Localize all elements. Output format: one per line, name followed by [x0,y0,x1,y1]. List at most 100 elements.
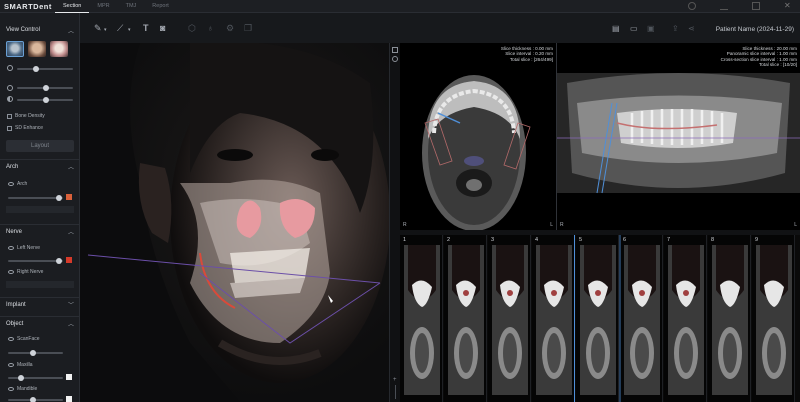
slider-knob[interactable] [43,97,49,103]
mandible-slider[interactable] [8,397,63,402]
pen-icon[interactable]: ✎ [94,23,102,34]
brightness-slider[interactable] [17,85,73,91]
text-icon[interactable]: T [143,23,149,33]
tab-mpr[interactable]: MPR [89,0,117,13]
scanface-slider[interactable] [8,350,63,356]
cross-section-slice[interactable]: 3 [488,235,531,402]
slider-knob[interactable] [18,375,24,381]
cross-section-slice[interactable]: 7 [664,235,707,402]
object-header[interactable]: Object ︿ [0,316,80,330]
maxilla-item[interactable]: Maxilla [8,362,33,368]
opacity-icon [7,65,13,71]
zoom-track[interactable] [395,385,396,399]
tab-section[interactable]: Section [55,0,90,13]
chevron-down-icon: ﹀ [67,303,74,309]
app-window: SMARTDent Section MPR TMJ Report ✕ View … [0,0,800,402]
view-divider[interactable]: + [389,43,400,402]
panoramic-image [557,73,800,194]
nerve-panel [6,281,74,288]
axial-view[interactable]: Slice thickness : 0.00 mm Slice interval… [400,43,557,230]
axial-right-label: R [403,222,407,228]
cross-section-view[interactable]: 1 2 3 4 5 6 7 8 9 [400,235,800,402]
save-icon[interactable]: ▣ [647,24,655,33]
folder-icon[interactable]: ▭ [630,24,638,33]
left-nerve-color-swatch[interactable] [66,257,72,263]
top-bar: SMARTDent Section MPR TMJ Report ✕ [0,0,800,13]
panoramic-left-label: L [794,222,797,228]
upload-icon[interactable]: ⇪ [672,24,679,33]
toolbar: ✎ ▾ ⟋ ▾ T ◙ ⬡ ♁ ⚙ ❐ ▤ ▭ ▣ ⇪ ⋖ Patient Na… [80,13,800,43]
settings-icon[interactable]: ⚙ [226,23,234,34]
arch-color-swatch[interactable] [66,194,72,200]
eye-icon[interactable] [8,246,14,250]
eye-icon[interactable] [8,363,14,367]
cross-section-slice[interactable]: 5 [576,235,619,402]
slider-knob[interactable] [56,258,62,264]
maxilla-color-swatch[interactable] [66,374,72,380]
panoramic-view[interactable]: Slice thickness : 20.00 mm Panoramic sli… [557,43,800,230]
arch-panel [6,206,74,213]
implant-header[interactable]: Implant ﹀ [0,297,80,311]
left-nerve-item[interactable]: Left Nerve [8,245,40,251]
add-icon[interactable]: + [393,377,398,383]
panoramic-info: Slice thickness : 20.00 mm Panoramic sli… [720,46,797,68]
view-control-header[interactable]: View Control ︿ [0,23,80,37]
3d-view[interactable] [80,43,389,402]
slider-knob[interactable] [30,397,36,402]
view-preset-face[interactable] [28,41,46,57]
chevron-down-icon[interactable]: ▾ [128,27,131,33]
cross-section-slice[interactable]: 6 [620,235,663,402]
share-icon[interactable]: ⋖ [688,24,695,33]
maximize-icon[interactable] [752,2,760,10]
minimize-icon[interactable] [720,2,728,10]
slider-knob[interactable] [56,195,62,201]
arch-header[interactable]: Arch ︿ [0,159,80,173]
camera-icon[interactable] [392,56,398,62]
implant-icon[interactable]: ♁ [207,23,214,33]
scanface-item[interactable]: ScanFace [8,336,40,342]
mandible-color-swatch[interactable] [66,396,72,402]
cross-section-slice[interactable]: 4 [532,235,575,402]
axial-left-label: L [550,222,553,228]
document-icon[interactable]: ▤ [612,24,620,33]
cross-section-slice[interactable]: 8 [708,235,751,402]
nerve-header[interactable]: Nerve ︿ [0,224,80,238]
left-nerve-slider[interactable] [8,258,63,264]
eye-icon[interactable] [8,270,14,274]
chevron-down-icon[interactable]: ▾ [104,27,107,33]
brightness-icon [7,85,13,91]
eye-icon[interactable] [8,387,14,391]
layout-button[interactable]: Layout [6,140,74,152]
mandible-item[interactable]: Mandible [8,386,37,392]
cube-icon[interactable]: ⬡ [188,23,196,34]
tab-report[interactable]: Report [144,0,177,13]
contrast-icon [7,96,13,102]
app-logo: SMARTDent [4,1,52,11]
arch-opacity-slider[interactable] [8,195,63,201]
slider-knob[interactable] [30,350,36,356]
opacity-slider[interactable] [17,66,73,72]
cross-section-slice[interactable]: 1 [400,235,443,402]
expand-icon[interactable] [392,47,398,53]
cross-section-slice[interactable]: 9 [752,235,795,402]
sidebar: View Control ︿ Bone Density SD Enhance La… [0,13,80,402]
layers-icon[interactable]: ❐ [244,23,252,34]
close-icon[interactable]: ✕ [784,2,792,10]
camera-icon[interactable]: ◙ [160,23,165,33]
eye-icon[interactable] [8,182,14,186]
sd-enhance-checkbox[interactable]: SD Enhance [7,125,43,131]
cross-section-slice[interactable]: 2 [444,235,487,402]
arch-item[interactable]: Arch [8,181,27,187]
ruler-icon[interactable]: ⟋ [117,23,123,34]
contrast-slider[interactable] [17,97,73,103]
slider-knob[interactable] [43,85,49,91]
bone-density-checkbox[interactable]: Bone Density [7,113,45,119]
slider-knob[interactable] [33,66,39,72]
view-preset-skin[interactable] [50,41,68,57]
settings-icon[interactable] [688,2,696,10]
view-preset-bone[interactable] [6,41,24,57]
tab-tmj[interactable]: TMJ [118,0,145,13]
maxilla-slider[interactable] [8,375,63,381]
right-nerve-item[interactable]: Right Nerve [8,269,43,275]
eye-icon[interactable] [8,337,14,341]
